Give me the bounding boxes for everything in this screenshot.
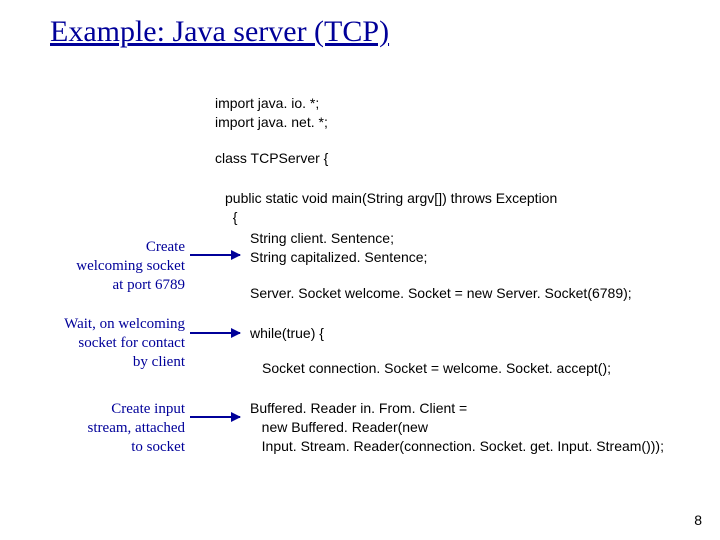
code-decls: String client. Sentence; String capitali… — [250, 229, 720, 267]
code-welcome-socket: Server. Socket welcome. Socket = new Ser… — [250, 284, 720, 303]
annotation-wait-contact: Wait, on welcoming socket for contact by… — [15, 315, 185, 371]
code-while-loop: while(true) { — [250, 324, 720, 343]
arrow-icon — [190, 332, 240, 334]
code-class-decl: class TCPServer { — [215, 149, 715, 168]
arrow-icon — [190, 254, 240, 256]
arrow-icon — [190, 416, 240, 418]
code-accept: Socket connection. Socket = welcome. Soc… — [262, 359, 720, 378]
code-imports: import java. io. *; import java. net. *; — [215, 94, 715, 132]
page-number: 8 — [694, 512, 702, 528]
code-main-sig: public static void main(String argv[]) t… — [225, 189, 720, 227]
code-buffered-reader: Buffered. Reader in. From. Client = new … — [250, 399, 720, 456]
annotation-create-input: Create input stream, attached to socket — [45, 400, 185, 456]
annotation-create-welcoming: Create welcoming socket at port 6789 — [25, 238, 185, 294]
page-title: Example: Java server (TCP) — [50, 15, 389, 49]
